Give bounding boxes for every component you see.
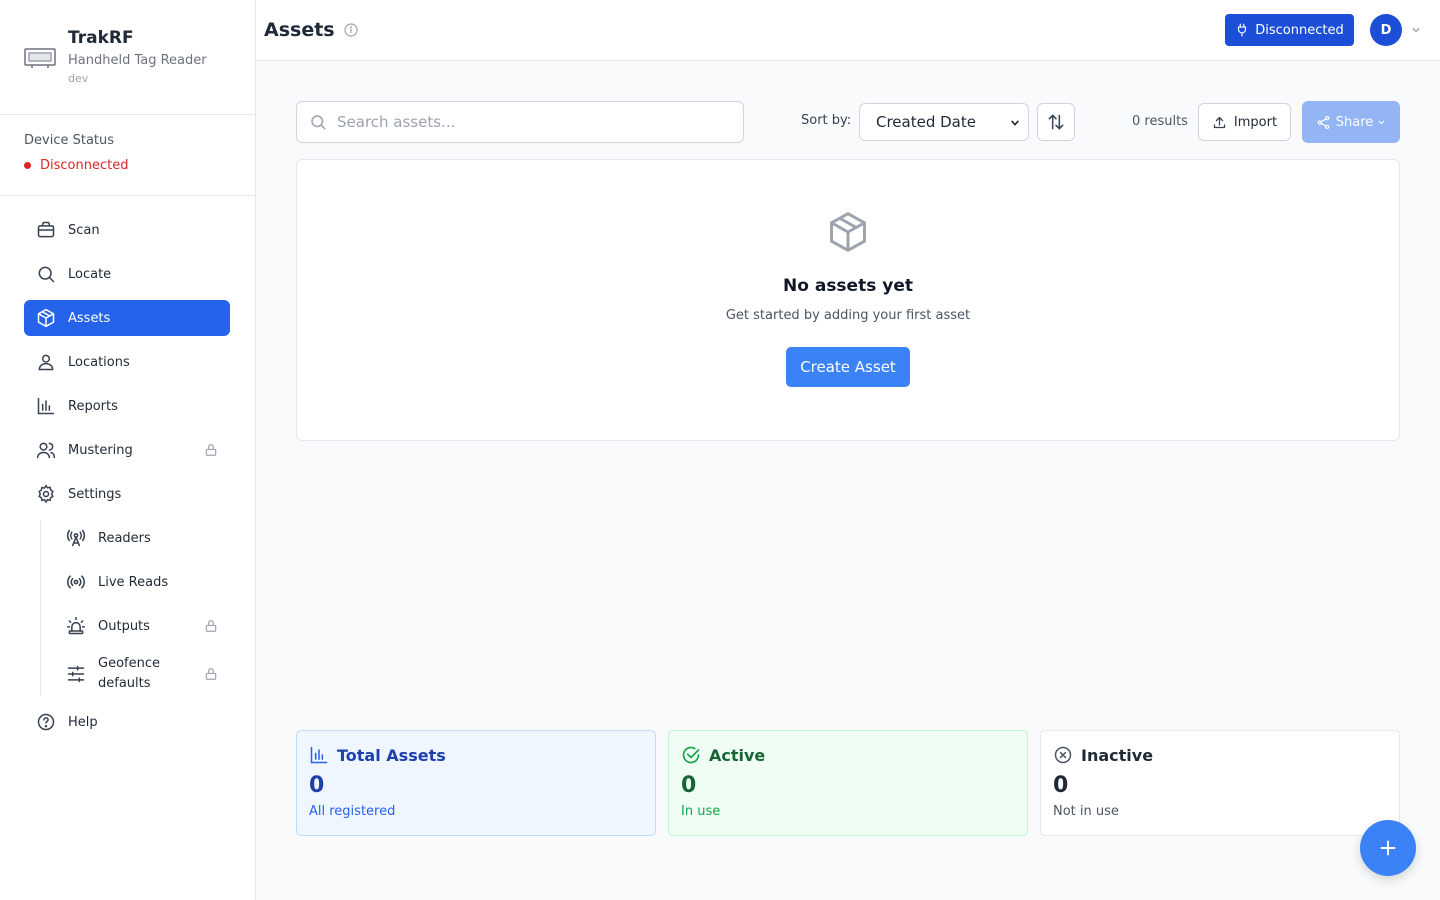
chevron-down-icon	[1378, 120, 1385, 124]
device-status-panel: Device Status Disconnected	[0, 115, 255, 196]
stat-card-total: Total Assets 0 All registered	[296, 730, 656, 836]
arrow-up-down-icon	[1048, 114, 1064, 130]
sidebar-item-locate[interactable]: Locate	[24, 256, 230, 292]
sidebar-nav: Scan Locate Assets Locations Reports Mus…	[0, 196, 255, 740]
sort-direction-button[interactable]	[1037, 103, 1075, 141]
gear-icon	[38, 484, 54, 504]
import-label: Import	[1233, 114, 1278, 130]
lock-icon	[205, 620, 217, 632]
x-circle-icon	[1054, 746, 1072, 764]
sort-select-value: Created Date	[876, 113, 976, 131]
stat-value: 0	[681, 773, 697, 798]
sidebar-item-label: Help	[68, 714, 98, 730]
device-status-label: Device Status	[24, 133, 115, 148]
sidebar-item-help[interactable]: Help	[24, 704, 230, 740]
sort-label: Sort by:	[801, 113, 852, 128]
brand: TrakRF Handheld Tag Reader dev	[0, 0, 255, 115]
sidebar-item-label: Geofence defaults	[98, 656, 160, 691]
sidebar-item-label: Mustering	[68, 442, 133, 458]
sort-select[interactable]: Created Date	[859, 103, 1029, 141]
connection-label: Disconnected	[1255, 22, 1344, 38]
sidebar-item-label: Outputs	[98, 618, 150, 634]
search-icon	[38, 266, 55, 283]
sidebar-item-assets[interactable]: Assets	[24, 300, 230, 336]
siren-icon	[66, 616, 86, 635]
plus-icon	[1380, 840, 1396, 856]
brand-env: dev	[68, 72, 89, 85]
chevron-down-icon	[1011, 120, 1019, 126]
help-circle-icon	[37, 713, 55, 731]
sidebar: TrakRF Handheld Tag Reader dev Device St…	[0, 0, 256, 900]
avatar[interactable]: D	[1370, 14, 1402, 46]
status-dot-icon	[24, 162, 31, 169]
settings-subnav: Readers Live Reads Outputs Geofence defa…	[40, 520, 230, 696]
map-pin-icon	[38, 354, 54, 371]
sidebar-item-reports[interactable]: Reports	[24, 388, 230, 424]
sidebar-item-settings[interactable]: Settings	[24, 476, 230, 512]
sidebar-item-label: Assets	[68, 310, 111, 326]
sidebar-item-locations[interactable]: Locations	[24, 344, 230, 380]
sidebar-item-mustering[interactable]: Mustering	[24, 432, 230, 468]
connection-button[interactable]: Disconnected	[1225, 14, 1354, 46]
empty-state: No assets yet Get started by adding your…	[296, 159, 1400, 441]
plug-icon	[1238, 23, 1247, 37]
upload-icon	[1213, 116, 1226, 128]
page-title: Assets	[264, 19, 335, 41]
stat-subtitle: In use	[681, 804, 721, 819]
search-box	[296, 101, 744, 143]
package-icon	[37, 308, 55, 328]
add-asset-fab[interactable]	[1360, 820, 1416, 876]
stat-title: Active	[709, 745, 766, 765]
stat-card-inactive: Inactive 0 Not in use	[1040, 730, 1400, 836]
sidebar-item-label: Scan	[68, 222, 100, 238]
sidebar-item-geofence-defaults[interactable]: Geofence defaults	[54, 652, 230, 696]
stat-value: 0	[1053, 773, 1069, 798]
lock-icon	[205, 668, 217, 680]
antenna-icon	[66, 529, 86, 547]
empty-state-subtitle: Get started by adding your first asset	[725, 308, 971, 323]
sidebar-item-label: Readers	[98, 530, 151, 546]
top-header: Assets Disconnected D	[256, 0, 1440, 61]
bar-chart-icon	[310, 746, 328, 764]
box-icon	[37, 221, 55, 238]
users-icon	[36, 442, 56, 459]
chevron-down-icon[interactable]	[1410, 24, 1422, 36]
sidebar-item-label: Locate	[68, 266, 112, 282]
create-asset-button[interactable]: Create Asset	[786, 347, 910, 387]
radio-icon	[67, 575, 85, 589]
share-icon	[1317, 115, 1330, 129]
sidebar-item-label: Live Reads	[98, 574, 169, 590]
stat-value: 0	[309, 773, 325, 798]
bar-chart-icon	[37, 397, 55, 415]
stat-card-active: Active 0 In use	[668, 730, 1028, 836]
stat-title: Inactive	[1081, 745, 1154, 765]
sidebar-item-outputs[interactable]: Outputs	[54, 608, 230, 644]
brand-subtitle: Handheld Tag Reader	[68, 53, 207, 68]
info-icon[interactable]	[343, 22, 359, 38]
sidebar-item-label: Reports	[68, 398, 118, 414]
search-input[interactable]	[337, 113, 717, 131]
rfid-reader-icon	[24, 48, 56, 68]
sidebar-item-scan[interactable]: Scan	[24, 212, 230, 248]
results-count: 0 results	[1132, 114, 1188, 129]
package-icon	[830, 212, 866, 252]
sliders-icon	[67, 665, 85, 683]
stat-title: Total Assets	[337, 745, 446, 765]
lock-icon	[205, 444, 217, 456]
search-icon	[311, 115, 326, 130]
stat-subtitle: Not in use	[1053, 804, 1119, 819]
device-status: Disconnected	[24, 158, 255, 173]
brand-title: TrakRF	[68, 28, 134, 48]
sidebar-item-label: Locations	[68, 354, 130, 370]
check-circle-icon	[682, 746, 700, 764]
empty-state-title: No assets yet	[783, 276, 913, 296]
sidebar-item-readers[interactable]: Readers	[54, 520, 230, 556]
share-label: Share	[1335, 114, 1374, 130]
sidebar-item-live-reads[interactable]: Live Reads	[54, 564, 230, 600]
device-status-text: Disconnected	[40, 158, 129, 173]
sidebar-item-label: Settings	[68, 486, 122, 502]
stat-subtitle: All registered	[309, 804, 396, 819]
import-button[interactable]: Import	[1198, 103, 1291, 141]
share-button[interactable]: Share	[1302, 101, 1400, 143]
